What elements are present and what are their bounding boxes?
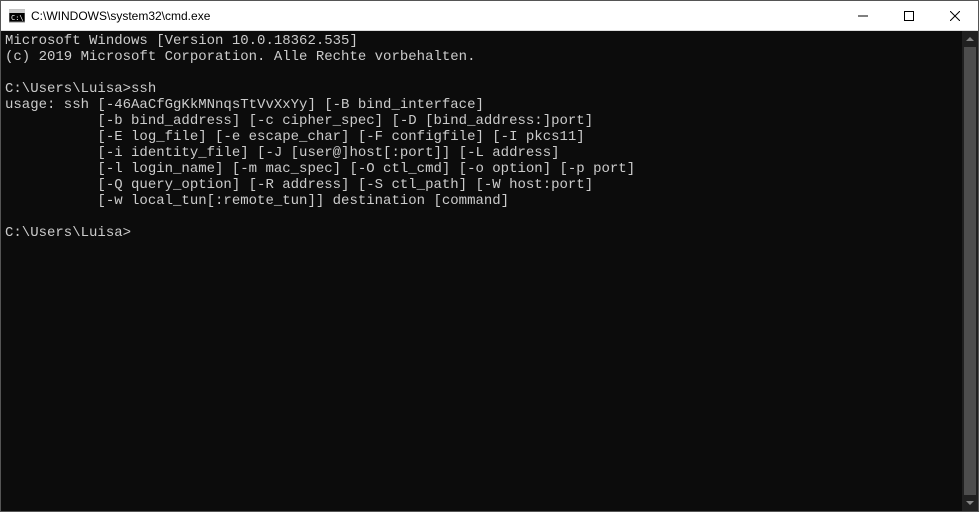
- cmd-icon: C:\: [9, 8, 25, 24]
- maximize-icon: [904, 11, 914, 21]
- minimize-icon: [858, 11, 868, 21]
- terminal-output[interactable]: Microsoft Windows [Version 10.0.18362.53…: [1, 31, 962, 511]
- terminal-line: (c) 2019 Microsoft Corporation. Alle Rec…: [5, 49, 958, 65]
- close-button[interactable]: [932, 1, 978, 30]
- scroll-thumb[interactable]: [964, 47, 976, 495]
- minimize-button[interactable]: [840, 1, 886, 30]
- scrollbar[interactable]: [962, 31, 978, 511]
- maximize-button[interactable]: [886, 1, 932, 30]
- close-icon: [950, 11, 960, 21]
- terminal-line: [-b bind_address] [-c cipher_spec] [-D […: [5, 113, 958, 129]
- terminal-line: Microsoft Windows [Version 10.0.18362.53…: [5, 33, 958, 49]
- terminal-line: [5, 209, 958, 225]
- terminal-line: [-i identity_file] [-J [user@]host[:port…: [5, 145, 958, 161]
- window-title: C:\WINDOWS\system32\cmd.exe: [31, 1, 840, 31]
- terminal-line: [-l login_name] [-m mac_spec] [-O ctl_cm…: [5, 161, 958, 177]
- scroll-track[interactable]: [962, 47, 978, 495]
- terminal-area: Microsoft Windows [Version 10.0.18362.53…: [1, 31, 978, 511]
- terminal-line: C:\Users\Luisa>ssh: [5, 81, 958, 97]
- terminal-line: [-E log_file] [-e escape_char] [-F confi…: [5, 129, 958, 145]
- terminal-line: [-Q query_option] [-R address] [-S ctl_p…: [5, 177, 958, 193]
- cmd-window: C:\ C:\WINDOWS\system32\cmd.exe: [0, 0, 979, 512]
- terminal-line: [-w local_tun[:remote_tun]] destination …: [5, 193, 958, 209]
- terminal-line: C:\Users\Luisa>: [5, 225, 958, 241]
- terminal-line: usage: ssh [-46AaCfGgKkMNnqsTtVvXxYy] [-…: [5, 97, 958, 113]
- titlebar[interactable]: C:\ C:\WINDOWS\system32\cmd.exe: [1, 1, 978, 31]
- terminal-line: [5, 65, 958, 81]
- scroll-up-icon[interactable]: [962, 31, 978, 47]
- window-controls: [840, 1, 978, 30]
- svg-text:C:\: C:\: [11, 14, 24, 22]
- scroll-down-icon[interactable]: [962, 495, 978, 511]
